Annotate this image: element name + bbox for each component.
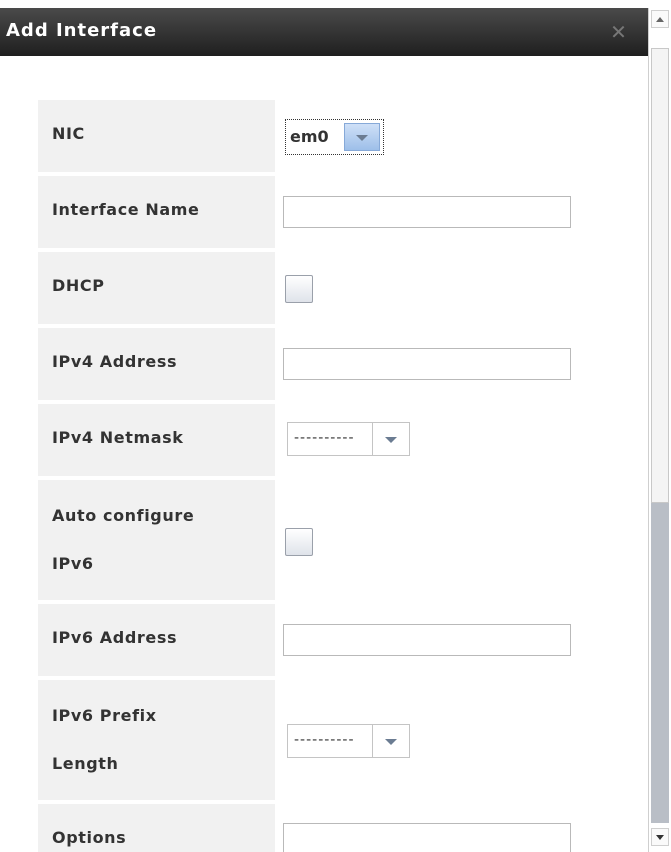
nic-label: NIC [52, 124, 85, 143]
ipv6-address-input[interactable] [283, 624, 571, 656]
options-input[interactable] [283, 823, 571, 852]
dialog-titlebar[interactable]: Add Interface ✕ [0, 8, 648, 56]
nic-select-value: em0 [290, 127, 329, 146]
ipv4-address-label: IPv4 Address [52, 352, 178, 371]
dialog-title: Add Interface [6, 20, 158, 41]
auto-configure-ipv6-checkbox[interactable] [285, 528, 313, 556]
row-options: Options [38, 804, 648, 852]
scroll-down-button[interactable] [651, 828, 669, 846]
ipv4-address-input[interactable] [283, 348, 571, 380]
nic-select[interactable]: em0 [285, 119, 384, 155]
row-nic: NIC em0 [38, 100, 648, 172]
chevron-down-icon [385, 739, 397, 745]
arrow-down-icon [656, 835, 664, 840]
row-ipv6-address: IPv6 Address [38, 604, 648, 676]
ipv6-prefix-length-select[interactable]: ---------- [287, 724, 410, 758]
row-interface-name: Interface Name [38, 176, 648, 248]
chevron-down-icon [385, 437, 397, 443]
dhcp-label: DHCP [52, 276, 105, 295]
close-icon[interactable]: ✕ [610, 22, 628, 42]
ipv4-netmask-value: ---------- [294, 430, 355, 446]
arrow-up-icon [656, 17, 664, 22]
scroll-thumb[interactable] [651, 48, 669, 503]
ipv4-netmask-label: IPv4 Netmask [52, 428, 184, 447]
row-ipv6-prefix-length: IPv6 Prefix Length ---------- [38, 680, 648, 800]
interface-name-label: Interface Name [52, 200, 200, 219]
ipv6-prefix-length-value: ---------- [294, 732, 355, 748]
scroll-track[interactable] [651, 503, 669, 823]
row-ipv4-address: IPv4 Address [38, 328, 648, 400]
label-cell: NIC [38, 100, 275, 172]
ipv6-prefix-length-dropdown-button[interactable] [373, 725, 409, 757]
ipv4-netmask-dropdown-button[interactable] [373, 423, 409, 455]
scroll-up-button[interactable] [651, 10, 669, 28]
ipv6-prefix-length-label-line2: Length [52, 754, 119, 773]
nic-dropdown-button[interactable] [344, 123, 380, 151]
options-label: Options [52, 828, 127, 847]
auto-configure-ipv6-label-line1: Auto configure [52, 506, 195, 525]
dhcp-checkbox[interactable] [285, 275, 313, 303]
row-auto-configure-ipv6: Auto configure IPv6 [38, 480, 648, 600]
auto-configure-ipv6-label-line2: IPv6 [52, 554, 94, 573]
row-ipv4-netmask: IPv4 Netmask ---------- [38, 404, 648, 476]
ipv4-netmask-select[interactable]: ---------- [287, 422, 410, 456]
ipv6-prefix-length-label-line1: IPv6 Prefix [52, 706, 157, 725]
interface-name-input[interactable] [283, 196, 571, 228]
vertical-scrollbar[interactable] [648, 8, 671, 852]
add-interface-dialog: Add Interface ✕ NIC em0 Interface Name D… [0, 0, 648, 852]
ipv6-address-label: IPv6 Address [52, 628, 178, 647]
chevron-down-icon [356, 135, 368, 141]
row-dhcp: DHCP [38, 252, 648, 324]
